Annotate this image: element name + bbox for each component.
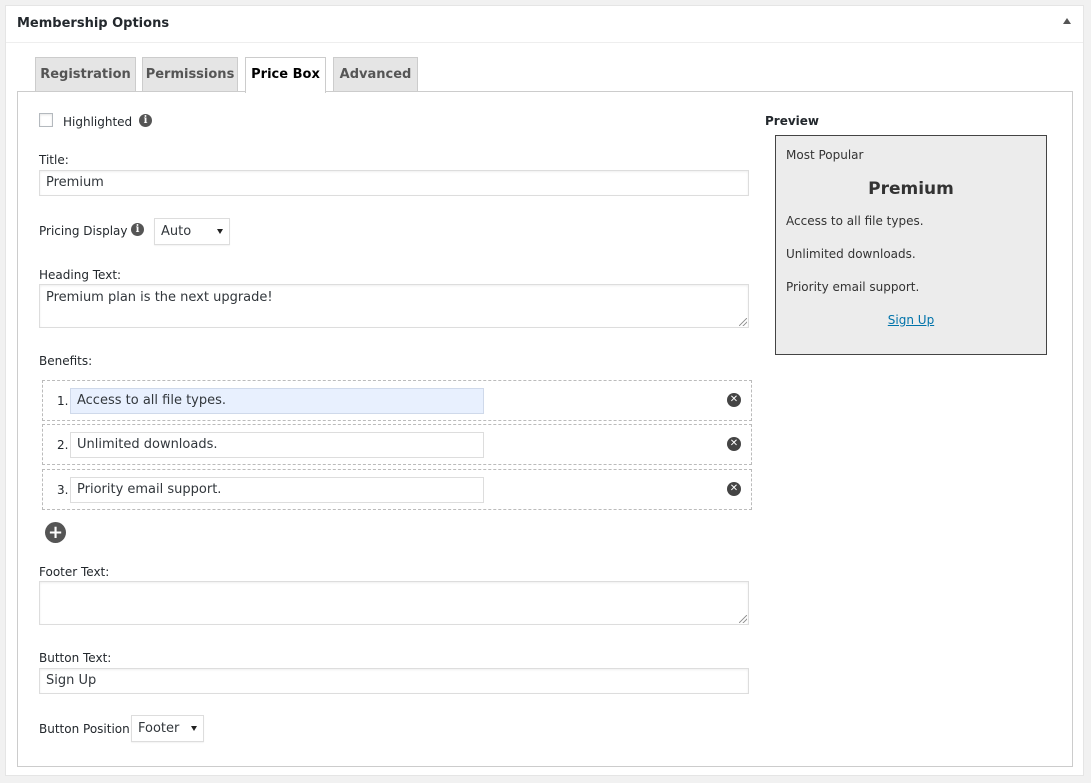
highlighted-label: Highlighted xyxy=(63,115,133,129)
button-text-label: Button Text: xyxy=(39,651,112,665)
info-icon[interactable]: i xyxy=(139,114,152,127)
collapse-arrow-icon[interactable] xyxy=(1063,18,1071,24)
benefit-row: 3. Priority email support. ✕ xyxy=(42,469,752,510)
chevron-down-icon xyxy=(217,229,223,234)
pricing-display-select[interactable]: Auto xyxy=(154,218,230,245)
preview-benefit: Unlimited downloads. xyxy=(786,247,916,261)
pricing-display-label: Pricing Display xyxy=(39,224,128,238)
tab-price-box[interactable]: Price Box xyxy=(245,57,326,93)
footer-text-label: Footer Text: xyxy=(39,565,110,579)
benefit-input[interactable]: Unlimited downloads. xyxy=(70,432,484,458)
heading-text-label: Heading Text: xyxy=(39,268,122,282)
preview-badge: Most Popular xyxy=(786,148,864,162)
resize-handle[interactable] xyxy=(739,318,747,326)
highlighted-checkbox[interactable] xyxy=(39,113,53,127)
title-input[interactable]: Premium xyxy=(39,170,749,196)
heading-text-value: Premium plan is the next upgrade! xyxy=(46,290,273,305)
tab-advanced[interactable]: Advanced xyxy=(333,57,418,91)
button-position-select[interactable]: Footer xyxy=(131,715,204,742)
tab-registration[interactable]: Registration xyxy=(35,57,136,91)
footer-text-textarea[interactable] xyxy=(39,581,749,625)
postbox-title: Membership Options xyxy=(17,16,170,31)
postbox-header[interactable]: Membership Options xyxy=(6,6,1083,43)
benefit-row: 1. Access to all file types. ✕ xyxy=(42,380,752,421)
button-position-value: Footer xyxy=(138,721,180,736)
preview-sign-up-link[interactable]: Sign Up xyxy=(776,313,1046,327)
preview-benefit: Priority email support. xyxy=(786,280,920,294)
benefit-row: 2. Unlimited downloads. ✕ xyxy=(42,424,752,465)
preview-benefit: Access to all file types. xyxy=(786,214,924,228)
remove-circle-icon[interactable]: ✕ xyxy=(727,482,741,496)
benefit-input[interactable]: Access to all file types. xyxy=(70,388,484,414)
remove-circle-icon[interactable]: ✕ xyxy=(727,437,741,451)
benefit-number: 2. xyxy=(57,438,69,452)
info-icon[interactable]: i xyxy=(131,223,144,236)
membership-options-postbox: Membership Options Registration Permissi… xyxy=(5,5,1084,776)
button-position-label: Button Position xyxy=(39,722,130,736)
title-label: Title: xyxy=(39,153,69,167)
benefit-input[interactable]: Priority email support. xyxy=(70,477,484,503)
preview-title: Premium xyxy=(868,179,954,199)
preview-label: Preview xyxy=(765,114,820,128)
tab-permissions[interactable]: Permissions xyxy=(142,57,238,91)
button-text-input[interactable]: Sign Up xyxy=(39,668,749,694)
benefit-number: 3. xyxy=(57,483,69,497)
heading-text-textarea[interactable]: Premium plan is the next upgrade! xyxy=(39,284,749,328)
price-box-preview: Most Popular Premium Access to all file … xyxy=(775,135,1047,355)
add-circle-icon[interactable]: + xyxy=(45,522,66,543)
benefit-number: 1. xyxy=(57,394,69,408)
resize-handle[interactable] xyxy=(739,615,747,623)
price-box-panel: Highlighted i Title: Premium Pricing Dis… xyxy=(17,91,1073,767)
benefits-label: Benefits: xyxy=(39,354,93,368)
pricing-display-value: Auto xyxy=(161,224,192,239)
remove-circle-icon[interactable]: ✕ xyxy=(727,393,741,407)
chevron-down-icon xyxy=(191,726,197,731)
